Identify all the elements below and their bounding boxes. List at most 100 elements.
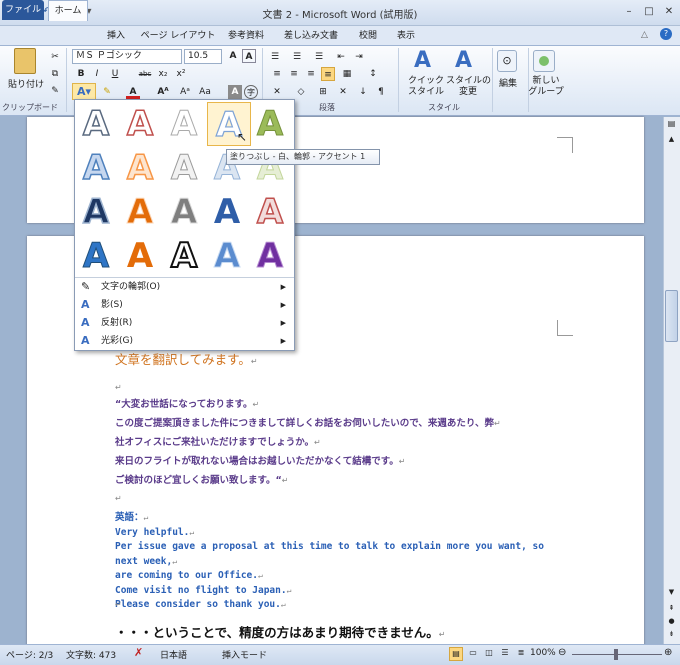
browse-object-icon[interactable]: ● — [665, 617, 678, 629]
effect-pink-outline[interactable]: A — [250, 191, 290, 233]
tab-file[interactable]: ファイル — [2, 0, 44, 20]
multilevel-list-icon[interactable]: ☰ — [312, 50, 326, 64]
shrink-icon[interactable]: Aᵃ — [178, 85, 192, 99]
effect-purple-glow[interactable]: A — [250, 236, 290, 277]
effect-orange-fill[interactable]: A — [120, 236, 160, 276]
menu-text-outline[interactable]: ✎ 文字の輪郭(O) ▶ — [75, 278, 294, 296]
scroll-thumb[interactable] — [665, 290, 678, 342]
increase-indent-icon[interactable]: ⇥ — [352, 50, 366, 64]
change-styles-icon[interactable]: A — [455, 48, 472, 73]
borders-icon[interactable]: ⊞ — [316, 85, 330, 99]
numbering-icon[interactable]: ☰ — [290, 50, 304, 64]
align-center-icon[interactable]: ≡ — [287, 67, 301, 81]
decrease-indent-icon[interactable]: ⇤ — [334, 50, 348, 64]
scroll-down-icon[interactable]: ▼ — [665, 588, 678, 600]
sort-icon[interactable]: ✕ — [270, 85, 284, 99]
change-styles-button[interactable]: スタイルの 変更 — [446, 76, 491, 98]
menu-glow[interactable]: A 光彩(G) ▶ — [75, 332, 294, 350]
subscript-icon[interactable]: x₂ — [156, 67, 170, 81]
highlight-icon[interactable]: ✎ — [100, 85, 114, 99]
tab-references[interactable]: 参考資料 — [222, 26, 270, 46]
binoculars-icon[interactable]: ⊙ — [497, 50, 517, 72]
paste-button[interactable]: 貼り付け — [6, 77, 46, 90]
effect-blue-bevel[interactable]: A — [207, 192, 247, 232]
cut-icon[interactable]: ✂ — [48, 50, 62, 64]
tab-view[interactable]: 表示 — [390, 26, 422, 46]
shading-icon[interactable]: ◇ — [294, 85, 308, 99]
justify-icon[interactable]: ≡ — [321, 67, 335, 81]
tab-insert[interactable]: 挿入 — [98, 26, 134, 46]
effect-darkblue[interactable]: A — [76, 191, 116, 233]
menu-reflection[interactable]: A 反射(R) ▶ — [75, 314, 294, 332]
text-effects-button[interactable]: A▾ — [72, 83, 96, 100]
char-shading-icon[interactable]: A — [228, 85, 242, 99]
enclose-char-icon[interactable]: 字 — [244, 85, 258, 99]
minimize-ribbon-icon[interactable]: △ — [641, 30, 648, 40]
effect-black-outline[interactable]: A — [164, 235, 204, 277]
close-button[interactable]: ✕ — [660, 5, 678, 19]
format-painter-icon[interactable]: ✎ — [48, 84, 62, 98]
superscript-icon[interactable]: x² — [174, 67, 188, 81]
draft-view-icon[interactable]: ≣ — [514, 647, 528, 661]
menu-shadow[interactable]: A 影(S) ▶ — [75, 296, 294, 314]
change-case-icon[interactable]: Aa — [198, 85, 212, 99]
grow-font-icon[interactable]: A — [226, 49, 240, 63]
print-layout-icon[interactable]: ▤ — [449, 647, 463, 661]
effect-gray-soft[interactable]: A — [164, 148, 204, 189]
language-indicator[interactable]: 日本語 — [160, 648, 187, 661]
effect-orange-bevel[interactable]: A — [120, 192, 160, 233]
minimize-button[interactable]: – — [620, 5, 638, 19]
font-color-icon[interactable]: A — [126, 85, 140, 99]
italic-icon[interactable]: I — [90, 67, 104, 81]
effect-blue-soft[interactable]: A — [76, 147, 116, 189]
new-group-icon[interactable] — [533, 50, 555, 72]
tab-home[interactable]: ホーム — [48, 0, 88, 21]
line-spacing-icon[interactable]: ↕ — [366, 67, 380, 81]
next-page-icon[interactable]: ⇟ — [665, 630, 678, 642]
full-screen-icon[interactable]: ▭ — [466, 647, 480, 661]
underline-icon[interactable]: U — [108, 67, 122, 81]
effect-orange-soft[interactable]: A — [120, 147, 160, 189]
effect-outline-light[interactable]: A — [164, 104, 204, 145]
scroll-up-icon[interactable]: ▲ — [665, 135, 678, 147]
insert-mode[interactable]: 挿入モード — [222, 648, 267, 661]
grow-icon[interactable]: Aᴬ — [156, 85, 170, 99]
edit-button[interactable]: 編集 — [494, 76, 522, 89]
effect-outline-red[interactable]: A — [120, 103, 160, 145]
tab-mailings[interactable]: 差し込み文書 — [276, 26, 346, 46]
bullets-icon[interactable]: ☰ — [268, 50, 282, 64]
strikethrough-icon[interactable]: abc — [138, 67, 152, 81]
web-layout-icon[interactable]: ◫ — [482, 647, 496, 661]
zoom-in-icon[interactable]: ⊕ — [664, 647, 672, 658]
effect-outline-gray[interactable]: A — [76, 103, 116, 145]
quick-styles-icon[interactable]: A — [414, 48, 431, 73]
effect-blue-reflection[interactable]: A — [207, 236, 247, 277]
effect-fill-green[interactable]: A — [250, 104, 290, 145]
show-marks-icon[interactable]: ¶ — [374, 85, 388, 99]
zoom-slider-thumb[interactable] — [614, 649, 618, 660]
asian-layout-icon[interactable]: ✕ — [336, 85, 350, 99]
outline-view-icon[interactable]: ☰ — [498, 647, 512, 661]
copy-icon[interactable]: ⧉ — [48, 67, 62, 81]
prev-page-icon[interactable]: ⇞ — [665, 604, 678, 616]
quick-styles-button[interactable]: クイック スタイル — [404, 76, 448, 98]
new-group-button[interactable]: 新しい グループ — [526, 76, 566, 98]
distributed-icon[interactable]: ▦ — [340, 67, 354, 81]
page-count[interactable]: ページ: 2/3 — [6, 648, 53, 661]
ruler-toggle-icon[interactable]: ▤ — [665, 119, 678, 132]
effect-blue-fill[interactable]: A — [76, 236, 116, 277]
tab-page-layout[interactable]: ページ レイアウト — [140, 26, 216, 46]
align-right-icon[interactable]: ≡ — [304, 67, 318, 81]
effect-gray-bevel[interactable]: A — [164, 192, 204, 233]
clear-format-icon[interactable]: A — [242, 49, 256, 63]
font-size-field[interactable]: 10.5 — [184, 49, 222, 64]
zoom-out-icon[interactable]: ⊖ — [558, 647, 566, 658]
maximize-button[interactable]: □ — [640, 5, 658, 19]
font-name-field[interactable]: ＭＳ Ｐゴシック — [72, 49, 182, 64]
vertical-scrollbar[interactable] — [663, 117, 680, 644]
zoom-level[interactable]: 100% — [530, 648, 556, 658]
help-icon[interactable]: ? — [660, 28, 672, 40]
bold-icon[interactable]: B — [74, 67, 88, 81]
proofing-icon[interactable]: ✗ — [134, 646, 143, 659]
word-count[interactable]: 文字数: 473 — [66, 648, 116, 661]
